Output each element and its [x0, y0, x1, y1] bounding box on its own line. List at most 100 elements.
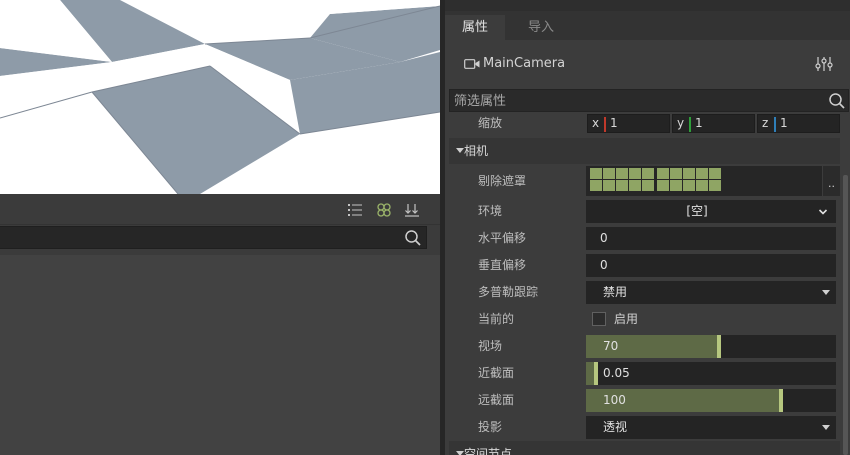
- slider-handle[interactable]: [594, 362, 598, 385]
- cull-mask-layer-cell[interactable]: [590, 180, 602, 191]
- cull-mask-layer-cell[interactable]: [670, 180, 682, 191]
- chevron-down-icon[interactable]: [818, 206, 828, 220]
- h-offset-value: 0: [600, 231, 608, 245]
- filter-properties-input[interactable]: [454, 92, 814, 110]
- property-row-cull-mask: 剔除遮罩 ..: [449, 166, 840, 196]
- current-checkbox[interactable]: [592, 312, 606, 326]
- section-spatial-node[interactable]: 空间节点: [449, 441, 840, 455]
- cull-mask-layer-cell[interactable]: [709, 180, 721, 191]
- far-value: 100: [603, 393, 626, 407]
- property-label: 近截面: [478, 366, 515, 380]
- cull-mask-layer-cell[interactable]: [657, 168, 669, 179]
- far-slider[interactable]: 100: [586, 389, 836, 412]
- node-name: MainCamera: [483, 56, 566, 71]
- property-label: 视场: [478, 339, 503, 353]
- bottom-search-field[interactable]: [0, 226, 427, 249]
- near-slider[interactable]: 0.05: [586, 362, 836, 385]
- h-offset-input[interactable]: 0: [586, 227, 836, 250]
- cull-mask-layer-cell[interactable]: [683, 168, 695, 179]
- property-row-projection: 投影 透视: [449, 414, 840, 441]
- property-row-v-offset: 垂直偏移 0: [449, 252, 840, 279]
- list-icon[interactable]: [347, 202, 363, 218]
- inspector-scrollbar[interactable]: [843, 175, 848, 455]
- scale-y-field[interactable]: y 1: [672, 114, 755, 133]
- inspector-tabs: 属性 导入: [445, 11, 850, 40]
- dropdown-arrow-icon: [822, 290, 830, 295]
- property-label: 缩放: [478, 116, 503, 130]
- cull-mask-layer-cell[interactable]: [709, 168, 721, 179]
- v-offset-value: 0: [600, 258, 608, 272]
- section-camera[interactable]: 相机: [449, 138, 840, 164]
- tab-import[interactable]: 导入: [511, 15, 571, 40]
- cull-mask-layer-cell[interactable]: [683, 180, 695, 191]
- axis-label: z: [762, 116, 769, 130]
- cull-mask-grid[interactable]: [586, 166, 822, 196]
- property-label: 垂直偏移: [478, 258, 527, 272]
- cull-mask-layer-cell[interactable]: [696, 180, 708, 191]
- cull-mask-layer-cell[interactable]: [670, 168, 682, 179]
- cull-mask-layer-cell[interactable]: [629, 180, 641, 191]
- scale-z-field[interactable]: z 1: [757, 114, 840, 133]
- bottom-search-input[interactable]: [6, 229, 386, 247]
- property-label: 投影: [478, 420, 503, 434]
- bottom-dock-panel: [0, 194, 440, 455]
- sort-download-icon[interactable]: [404, 202, 420, 218]
- checker-floor: [0, 0, 440, 194]
- slider-handle[interactable]: [717, 335, 721, 358]
- flower-icon[interactable]: [376, 202, 392, 218]
- scale-z-value: 1: [780, 116, 788, 130]
- property-row-near: 近截面 0.05: [449, 360, 840, 387]
- axis-label: y: [677, 116, 685, 130]
- property-label: 远截面: [478, 393, 515, 407]
- collapse-triangle-icon: [456, 451, 464, 455]
- projection-select[interactable]: 透视: [586, 416, 836, 439]
- cull-mask-layer-cell[interactable]: [642, 168, 654, 179]
- search-icon[interactable]: [828, 92, 846, 110]
- property-row-h-offset: 水平偏移 0: [449, 225, 840, 252]
- cull-mask-menu-button[interactable]: ..: [823, 166, 840, 196]
- section-title: 空间节点: [464, 447, 513, 455]
- section-title: 相机: [464, 144, 489, 158]
- current-checkbox-label[interactable]: 启用: [614, 306, 638, 333]
- fov-slider[interactable]: 70: [586, 335, 836, 358]
- property-row-scale: 缩放 x 1 y 1 z 1: [449, 113, 840, 136]
- cull-mask-layer-cell[interactable]: [603, 180, 615, 191]
- sliders-settings-icon[interactable]: [815, 56, 833, 72]
- cull-mask-layers[interactable]: [586, 166, 822, 196]
- environment-value: [空]: [686, 204, 708, 218]
- tab-properties[interactable]: 属性: [445, 15, 506, 40]
- property-row-environment: 环境 [空]: [449, 198, 840, 225]
- cull-mask-layer-cell[interactable]: [616, 180, 628, 191]
- bottom-panel-content: [0, 255, 440, 455]
- axis-color-bar: [774, 117, 776, 132]
- cull-mask-layer-cell[interactable]: [696, 168, 708, 179]
- scale-x-field[interactable]: x 1: [587, 114, 670, 133]
- cull-mask-layer-cell[interactable]: [629, 168, 641, 179]
- fov-value: 70: [603, 339, 619, 353]
- cull-mask-layer-cell[interactable]: [642, 180, 654, 191]
- property-label: 环境: [478, 204, 503, 218]
- slider-handle[interactable]: [779, 389, 783, 412]
- property-label: 当前的: [478, 312, 515, 326]
- collapse-triangle-icon: [456, 148, 464, 153]
- near-value: 0.05: [603, 366, 630, 380]
- environment-resource-picker[interactable]: [空]: [586, 200, 836, 223]
- search-icon[interactable]: [404, 229, 422, 247]
- bottom-panel-toolbar: [0, 194, 440, 225]
- v-offset-input[interactable]: 0: [586, 254, 836, 277]
- floor-tile: [205, 0, 320, 44]
- dropdown-arrow-icon: [822, 425, 830, 430]
- cull-mask-layer-cell[interactable]: [657, 180, 669, 191]
- property-row-far: 远截面 100: [449, 387, 840, 414]
- camera-icon: [464, 58, 480, 70]
- doppler-tracking-select[interactable]: 禁用: [586, 281, 836, 304]
- axis-color-bar: [689, 117, 691, 132]
- property-row-doppler: 多普勒跟踪 禁用: [449, 279, 840, 306]
- axis-label: x: [592, 116, 600, 130]
- filter-properties-field[interactable]: [449, 89, 849, 112]
- cull-mask-layer-cell[interactable]: [603, 168, 615, 179]
- 3d-viewport[interactable]: [0, 0, 440, 194]
- cull-mask-layer-cell[interactable]: [616, 168, 628, 179]
- cull-mask-layer-cell[interactable]: [590, 168, 602, 179]
- scale-y-value: 1: [695, 116, 703, 130]
